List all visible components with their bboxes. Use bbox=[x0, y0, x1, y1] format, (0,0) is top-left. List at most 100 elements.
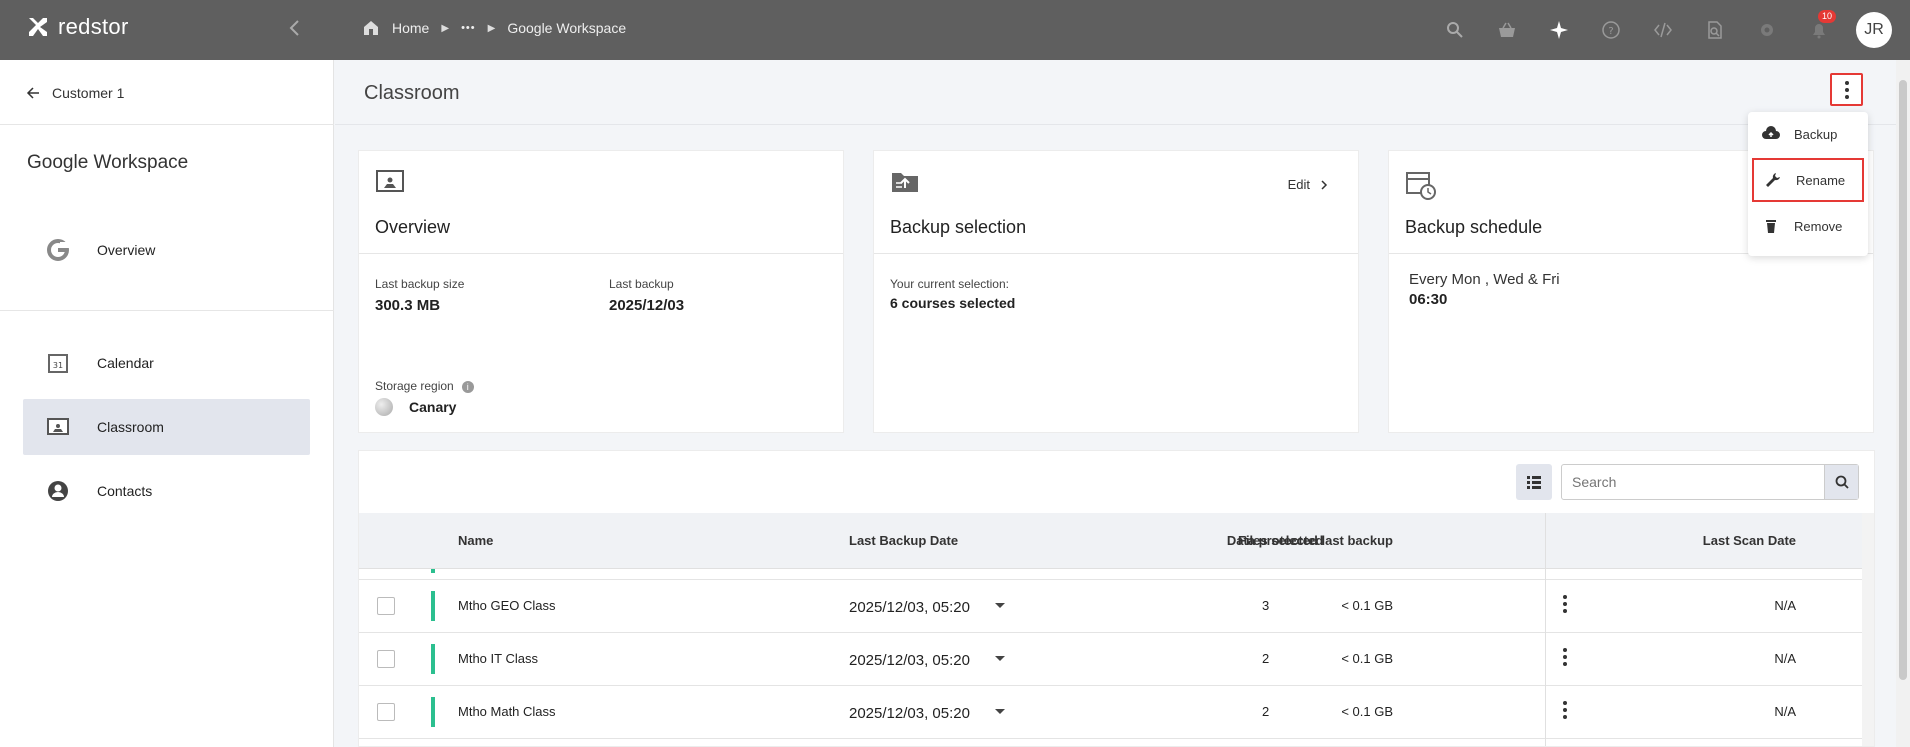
table-row[interactable]: Mtho Math Class 2025/12/03, 05:20 < 0.1 … bbox=[359, 687, 1874, 739]
back-label: Customer 1 bbox=[52, 85, 125, 101]
redstor-logo-icon bbox=[29, 18, 47, 36]
row-checkbox[interactable] bbox=[377, 703, 395, 721]
app-name: redstor bbox=[58, 14, 129, 39]
card-divider bbox=[359, 253, 843, 254]
column-separator bbox=[1545, 513, 1546, 746]
page-scrollbar[interactable] bbox=[1896, 60, 1910, 747]
cloud-upload-icon bbox=[1762, 126, 1780, 139]
sidebar-item-classroom[interactable]: Classroom bbox=[23, 399, 310, 455]
menu-item-remove[interactable]: Remove bbox=[1748, 206, 1868, 246]
notifications-button[interactable]: 10 bbox=[1804, 10, 1836, 50]
column-last-backup-date[interactable]: Last Backup Date bbox=[849, 533, 958, 548]
search-icon bbox=[1835, 475, 1849, 489]
last-scan-date: N/A bbox=[1774, 598, 1796, 613]
course-name[interactable]: Mtho IT Class bbox=[458, 651, 538, 666]
file-search-button[interactable] bbox=[1700, 10, 1730, 50]
sparkle-icon bbox=[1550, 21, 1568, 39]
back-to-customer-link[interactable]: Customer 1 bbox=[26, 85, 124, 101]
row-checkbox[interactable] bbox=[377, 650, 395, 668]
course-name[interactable]: Mtho Math Class bbox=[458, 704, 556, 719]
column-name[interactable]: Name bbox=[458, 533, 493, 548]
contacts-icon bbox=[45, 478, 71, 504]
menu-item-rename[interactable]: Rename bbox=[1752, 158, 1864, 202]
more-actions-button[interactable] bbox=[1830, 73, 1863, 106]
classroom-icon bbox=[375, 169, 407, 199]
folder-upload-icon bbox=[890, 169, 922, 199]
search-input[interactable] bbox=[1562, 465, 1824, 499]
column-files-selected[interactable]: Files selected bbox=[1238, 533, 1323, 548]
date-dropdown-icon[interactable] bbox=[995, 603, 1005, 608]
row-actions-kebab-icon[interactable] bbox=[1563, 701, 1567, 719]
sidebar-item-contacts[interactable]: Contacts bbox=[23, 463, 310, 519]
sidebar: Customer 1 Google Workspace Overview 31 … bbox=[0, 60, 334, 747]
sidebar-item-label: Contacts bbox=[97, 483, 153, 499]
breadcrumb-current: Google Workspace bbox=[507, 20, 627, 36]
wrench-icon bbox=[1766, 173, 1780, 187]
table-row[interactable]: Mtho IT Class 2025/12/03, 05:20 < 0.1 GB… bbox=[359, 634, 1874, 686]
table-row[interactable]: Mtho GEO Class 2025/12/03, 05:20 < 0.1 G… bbox=[359, 581, 1874, 633]
files-selected: 3 bbox=[1262, 598, 1270, 613]
row-actions-kebab-icon[interactable] bbox=[1563, 595, 1567, 613]
app-logo[interactable]: redstor bbox=[26, 14, 129, 40]
calendar-clock-icon bbox=[1405, 169, 1437, 200]
scrollbar-thumb[interactable] bbox=[1899, 80, 1907, 680]
collapse-sidebar-button[interactable] bbox=[288, 18, 308, 42]
last-scan-date: N/A bbox=[1774, 704, 1796, 719]
date-dropdown-icon[interactable] bbox=[995, 656, 1005, 661]
date-dropdown-icon[interactable] bbox=[995, 709, 1005, 714]
search-submit-button[interactable] bbox=[1824, 465, 1858, 499]
basket-icon bbox=[1499, 22, 1515, 37]
data-protected: < 0.1 GB bbox=[1341, 704, 1393, 719]
chevron-left-icon bbox=[289, 20, 299, 36]
card-divider bbox=[874, 253, 1358, 254]
breadcrumb-home[interactable]: Home bbox=[392, 20, 429, 36]
sidebar-item-calendar[interactable]: 31 Calendar bbox=[23, 335, 310, 391]
storage-region-label-text: Storage region bbox=[375, 379, 454, 393]
page-title: Classroom bbox=[364, 82, 460, 104]
search-button[interactable] bbox=[1440, 10, 1470, 50]
help-button[interactable]: ? bbox=[1596, 10, 1626, 50]
breadcrumb: Home ▶ ••• ▶ Google Workspace bbox=[362, 19, 626, 37]
row-checkbox[interactable] bbox=[377, 597, 395, 615]
actions-menu: Backup Rename Remove bbox=[1748, 112, 1868, 256]
api-button[interactable] bbox=[1648, 10, 1678, 50]
schedule-time: 06:30 bbox=[1409, 291, 1448, 308]
current-selection-value: 6 courses selected bbox=[890, 295, 1016, 311]
top-icons: ? 10 JR bbox=[1440, 10, 1892, 50]
table-scrollbar[interactable] bbox=[1862, 513, 1874, 746]
edit-selection-link[interactable]: Edit bbox=[1288, 177, 1328, 192]
user-avatar[interactable]: JR bbox=[1856, 12, 1892, 48]
info-icon[interactable]: i bbox=[461, 380, 474, 393]
arrow-left-icon bbox=[26, 87, 39, 99]
backup-date: 2025/12/03, 05:20 bbox=[849, 599, 970, 616]
ai-sparkle-button[interactable] bbox=[1544, 10, 1574, 50]
data-protected: < 0.1 GB bbox=[1341, 651, 1393, 666]
list-icon bbox=[1527, 476, 1541, 489]
notification-badge: 10 bbox=[1817, 10, 1836, 23]
search-icon bbox=[1447, 22, 1463, 38]
data-protected: < 0.1 GB bbox=[1341, 598, 1393, 613]
main-content: Classroom Overview Last backup size 300.… bbox=[335, 60, 1910, 747]
breadcrumb-ellipsis[interactable]: ••• bbox=[461, 22, 476, 34]
storage-region-value: Canary bbox=[409, 399, 457, 415]
sidebar-item-overview[interactable]: Overview bbox=[23, 222, 310, 278]
sidebar-divider bbox=[0, 124, 334, 125]
sidebar-item-label: Classroom bbox=[97, 419, 164, 435]
card-title: Backup selection bbox=[890, 217, 1027, 237]
basket-button[interactable] bbox=[1492, 10, 1522, 50]
home-icon[interactable] bbox=[362, 19, 380, 37]
google-icon bbox=[45, 237, 71, 263]
list-view-toggle[interactable] bbox=[1516, 464, 1552, 500]
current-selection-label: Your current selection: bbox=[890, 277, 1009, 291]
files-selected: 2 bbox=[1262, 651, 1270, 666]
menu-item-backup[interactable]: Backup bbox=[1748, 114, 1868, 154]
settings-button[interactable] bbox=[1752, 10, 1782, 50]
column-last-scan-date[interactable]: Last Scan Date bbox=[1703, 533, 1796, 548]
row-actions-kebab-icon[interactable] bbox=[1563, 648, 1567, 666]
sidebar-item-label: Overview bbox=[97, 242, 156, 258]
breadcrumb-separator-icon: ▶ bbox=[487, 22, 496, 34]
table-header: Name Last Backup Date Data protected las… bbox=[359, 513, 1874, 569]
menu-item-label: Remove bbox=[1794, 218, 1843, 234]
last-scan-date: N/A bbox=[1774, 651, 1796, 666]
course-name[interactable]: Mtho GEO Class bbox=[458, 598, 556, 613]
